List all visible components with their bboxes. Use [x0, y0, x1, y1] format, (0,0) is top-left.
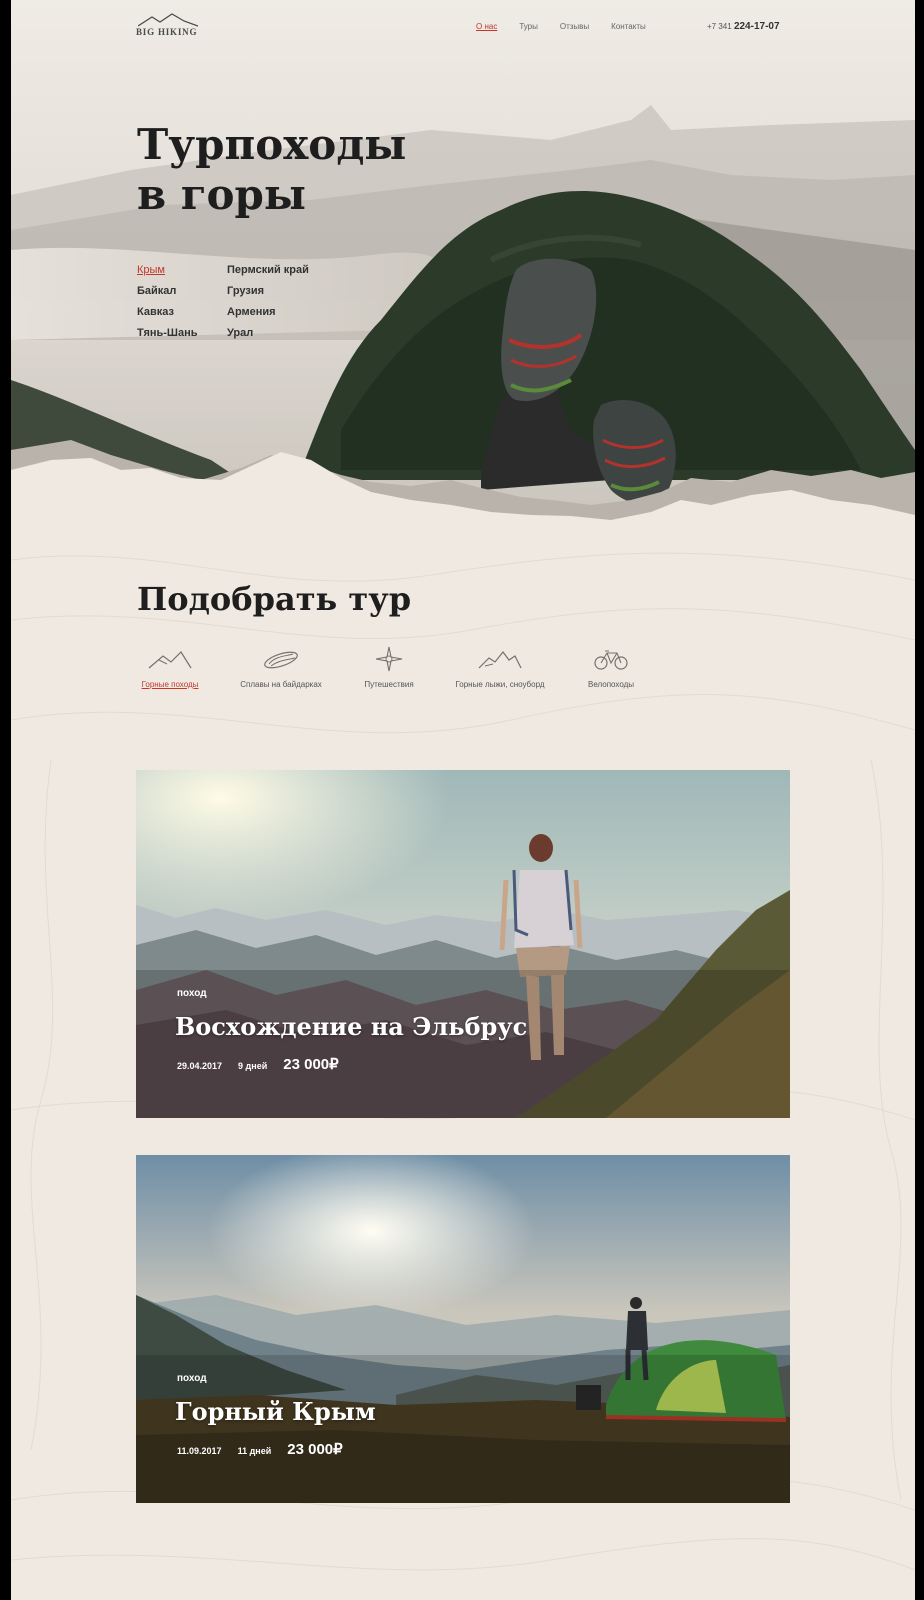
compass-icon [375, 646, 403, 672]
region-link[interactable]: Армения [227, 306, 337, 318]
mountains-icon [148, 651, 192, 669]
phone-number: 224-17-07 [733, 21, 780, 32]
tour-card[interactable]: поход Восхождение на Эльбрус 29.04.2017 … [136, 770, 790, 1118]
tour-title: Горный Крым [175, 1397, 376, 1426]
phone-prefix: +7 341 [707, 22, 732, 31]
region-link[interactable]: Крым [137, 264, 227, 276]
region-link[interactable]: Грузия [227, 285, 337, 297]
hero-section: BIG HIKING О нас Туры Отзывы Контакты +7… [11, 0, 915, 530]
nav-contacts[interactable]: Контакты [611, 22, 646, 31]
category-tab-ski[interactable]: Горные лыжи, сноуборд [447, 646, 553, 689]
category-tab-kayak[interactable]: Сплавы на байдарках [233, 646, 329, 689]
category-label: Сплавы на байдарках [240, 680, 322, 689]
logo[interactable]: BIG HIKING [136, 13, 206, 39]
region-link[interactable]: Кавказ [137, 306, 227, 318]
tour-price: 23 000₽ [287, 1441, 343, 1458]
section-title: Подобрать тур [137, 580, 412, 618]
region-link[interactable]: Тянь-Шань [137, 327, 227, 339]
bicycle-icon [594, 650, 628, 670]
tour-card[interactable]: поход Горный Крым 11.09.2017 11 дней 23 … [136, 1155, 790, 1503]
region-link[interactable]: Пермский край [227, 264, 337, 276]
category-tab-travel[interactable]: Путешествия [359, 646, 419, 689]
tour-meta: 29.04.2017 9 дней 23 000₽ [177, 1055, 339, 1073]
landing-page: BIG HIKING О нас Туры Отзывы Контакты +7… [11, 0, 915, 1600]
hero-title: Турпоходы в горы [137, 120, 477, 220]
category-tabs: Горные походы Сплавы на байдарках Путеше… [137, 646, 657, 706]
category-label: Горные лыжи, сноуборд [455, 680, 545, 689]
category-label: Велопоходы [587, 680, 635, 689]
logo-text: BIG HIKING [136, 27, 198, 37]
tour-kind: поход [177, 988, 207, 999]
main-nav: О нас Туры Отзывы Контакты [476, 22, 646, 31]
logo-mountain-icon [138, 13, 198, 27]
nav-reviews[interactable]: Отзывы [560, 22, 589, 31]
region-link[interactable]: Урал [227, 327, 337, 339]
tour-date: 29.04.2017 [177, 1061, 223, 1071]
tour-price: 23 000₽ [283, 1056, 339, 1073]
phone[interactable]: +7 341 224-17-07 [707, 21, 780, 32]
category-tab-mountain[interactable]: Горные походы [137, 646, 203, 689]
tour-meta: 11.09.2017 11 дней 23 000₽ [177, 1440, 343, 1458]
nav-tours[interactable]: Туры [519, 22, 538, 31]
tour-title: Восхождение на Эльбрус [175, 1012, 528, 1041]
kayak-icon [264, 651, 298, 669]
hero-title-line2: в горы [137, 170, 307, 219]
region-list: Крым Пермский край Байкал Грузия Кавказ … [137, 264, 337, 339]
category-label: Горные походы [141, 680, 199, 689]
hero-title-line1: Турпоходы [137, 120, 407, 169]
tour-date: 11.09.2017 [177, 1446, 222, 1456]
ski-icon [478, 651, 522, 669]
nav-about[interactable]: О нас [476, 22, 497, 31]
category-label: Путешествия [364, 680, 414, 689]
tour-days: 11 дней [237, 1446, 272, 1456]
category-tab-bike[interactable]: Велопоходы [581, 646, 641, 689]
tour-kind: поход [177, 1373, 207, 1384]
tour-days: 9 дней [238, 1061, 268, 1071]
region-link[interactable]: Байкал [137, 285, 227, 297]
